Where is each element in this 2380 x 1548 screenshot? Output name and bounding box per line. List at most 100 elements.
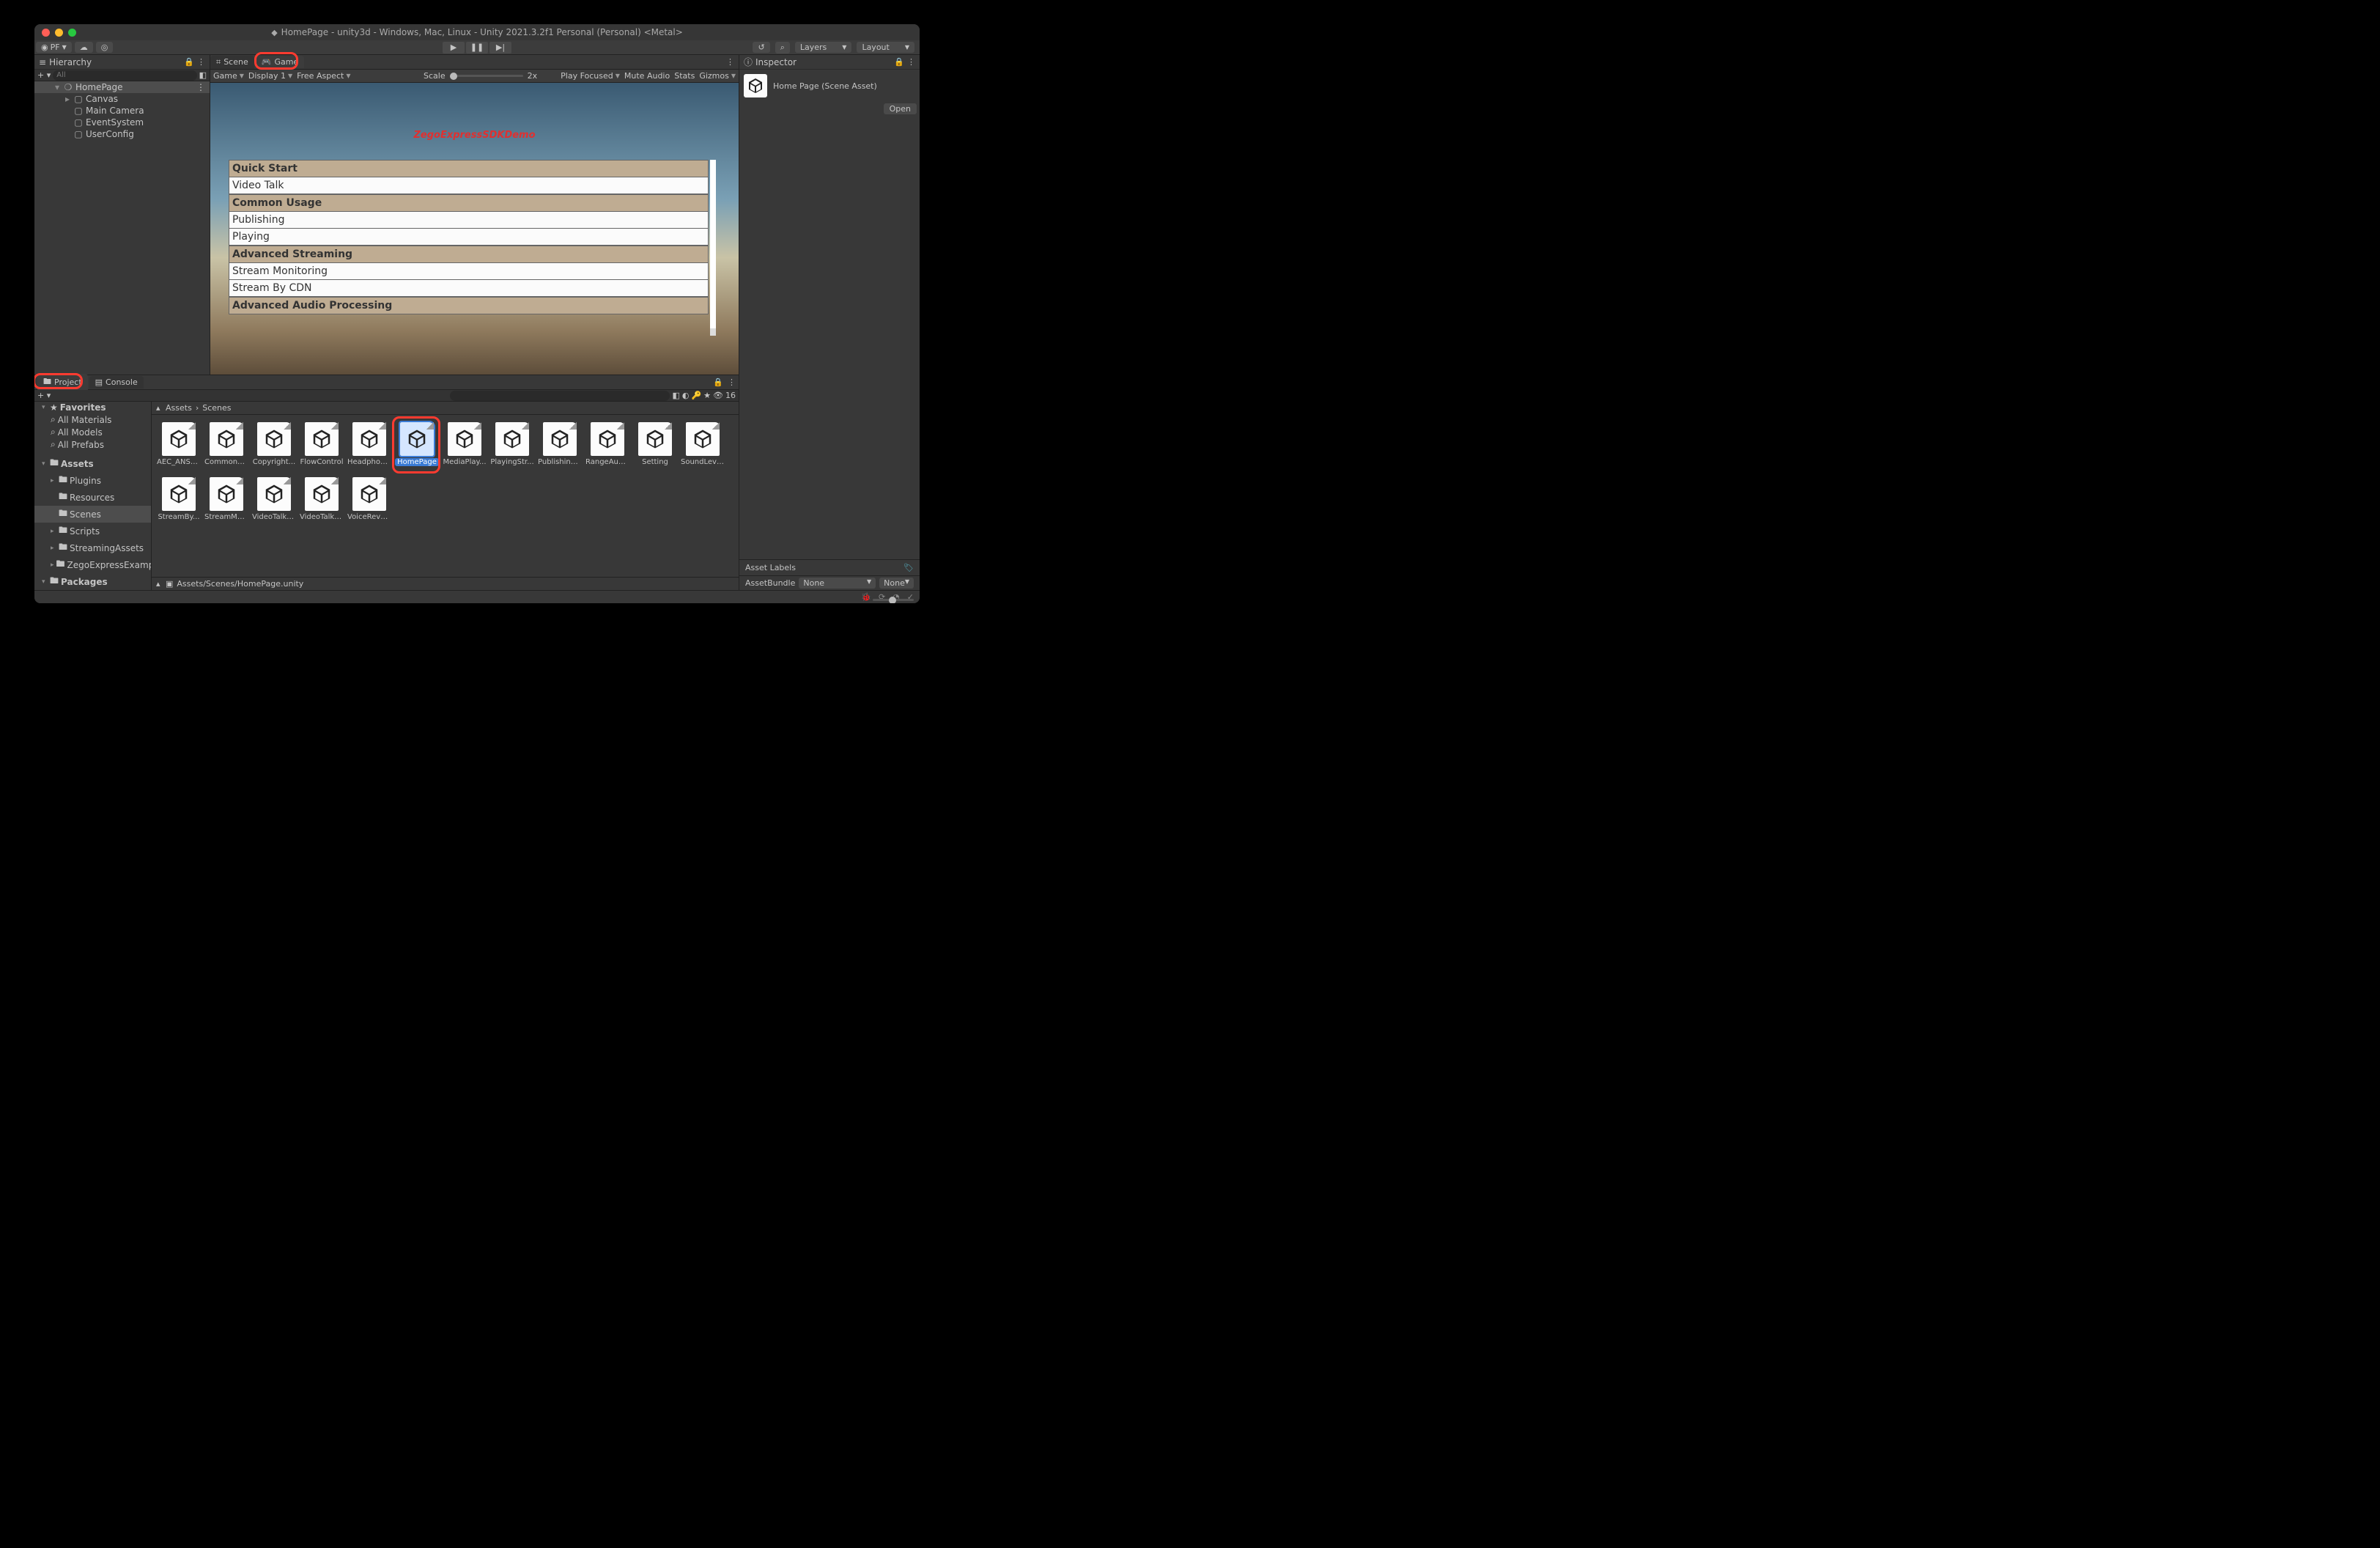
menu-item[interactable]: Playing <box>229 229 709 246</box>
cloud-button[interactable]: ☁ <box>75 42 93 53</box>
pause-button[interactable]: ❚❚ <box>466 42 488 54</box>
save-search-icon[interactable]: 🔑 <box>691 391 701 400</box>
search-icon: ⌕ <box>780 43 785 53</box>
breadcrumb-item[interactable]: Assets <box>166 403 192 413</box>
lock-icon[interactable]: 🔒 <box>713 377 723 387</box>
project-search[interactable] <box>450 391 670 401</box>
step-button[interactable]: ▶| <box>489 42 511 54</box>
scene-asset[interactable]: Copyright... <box>251 422 297 475</box>
stats-toggle[interactable]: Stats <box>674 71 695 81</box>
scene-asset[interactable]: VideoTalk_... <box>251 477 297 530</box>
menu-icon[interactable]: ⋮ <box>726 57 734 67</box>
breadcrumb-item[interactable]: Scenes <box>202 403 231 413</box>
hierarchy-item[interactable]: ▸▢Canvas <box>34 93 210 105</box>
open-button[interactable]: Open <box>884 103 917 114</box>
favorite-icon[interactable]: ★ <box>703 391 711 400</box>
mute-audio-toggle[interactable]: Mute Audio <box>624 71 670 81</box>
menu-item[interactable]: Video Talk <box>229 177 709 194</box>
scrollbar[interactable] <box>710 160 716 336</box>
play-focused-dropdown[interactable]: Play Focused▼ <box>561 71 620 81</box>
hierarchy-item[interactable]: ▢EventSystem <box>34 117 210 128</box>
favorite-item[interactable]: ⌕All Prefabs <box>34 438 151 451</box>
scene-asset[interactable]: CommonU... <box>204 422 249 475</box>
cube-icon: ▢ <box>74 95 83 103</box>
scale-slider[interactable] <box>450 75 523 77</box>
scene-filter-icon[interactable]: ◧ <box>199 70 207 80</box>
scene-asset[interactable]: VoiceReve... <box>347 477 392 530</box>
console-tab[interactable]: ▤Console <box>89 376 144 388</box>
menu-icon[interactable]: ⋮ <box>907 57 915 67</box>
scene-root[interactable]: ▾ ❍ HomePage ⋮ <box>34 81 210 93</box>
scene-asset[interactable]: Headphon... <box>347 422 392 475</box>
layout-dropdown[interactable]: Layout▼ <box>857 42 914 53</box>
selected-path: Assets/Scenes/HomePage.unity <box>177 579 303 589</box>
menu-item[interactable]: Stream Monitoring <box>229 263 709 280</box>
cube-icon: ▢ <box>74 106 83 115</box>
search-label-icon[interactable]: ◐ <box>682 391 690 400</box>
menu-item[interactable]: Publishing <box>229 212 709 229</box>
folder-item[interactable]: ▸🖿Plugins <box>34 472 151 489</box>
scene-asset[interactable]: StreamMon... <box>204 477 249 530</box>
debug-icon[interactable]: 🐞 <box>861 592 871 602</box>
assetbundle-dropdown[interactable]: None▼ <box>799 578 876 589</box>
icon-size-slider[interactable] <box>873 599 914 601</box>
search-button[interactable]: ⌕ <box>775 42 790 54</box>
packages-group[interactable]: ▾🖿Packages <box>34 573 151 590</box>
scene-asset[interactable]: SoundLeve... <box>680 422 725 475</box>
scene-tab[interactable]: ⌗Scene <box>210 56 254 69</box>
display-dropdown[interactable]: Display 1▼ <box>248 71 292 81</box>
assets-group[interactable]: ▾🖿Assets <box>34 455 151 472</box>
hidden-icon[interactable]: 👁 <box>713 391 723 400</box>
favorite-item[interactable]: ⌕All Materials <box>34 413 151 426</box>
close-window[interactable] <box>42 29 50 37</box>
lock-icon[interactable]: 🔒 <box>184 57 194 67</box>
menu-icon[interactable]: ⋮ <box>197 57 205 67</box>
create-dropdown[interactable]: + ▾ <box>37 391 51 400</box>
folder-item[interactable]: ▸🖿ZegoExpressExample <box>34 556 151 573</box>
breadcrumb: ▴ Assets › Scenes <box>152 402 739 415</box>
gizmos-dropdown[interactable]: Gizmos▼ <box>699 71 736 81</box>
scene-asset[interactable]: HomePage <box>394 422 440 475</box>
scene-asset[interactable]: RangeAudio <box>585 422 630 475</box>
hierarchy-search[interactable] <box>53 70 196 81</box>
menu-icon[interactable]: ⋮ <box>728 377 736 387</box>
scene-asset[interactable]: StreamBy... <box>156 477 202 530</box>
aspect-dropdown[interactable]: Free Aspect▼ <box>297 71 350 81</box>
scene-asset[interactable]: Setting <box>632 422 678 475</box>
game-mode-dropdown[interactable]: Game▼ <box>213 71 244 81</box>
services-button[interactable]: ◎ <box>96 42 114 53</box>
create-dropdown[interactable]: + ▾ <box>37 70 51 80</box>
account-button[interactable]: ◉ PF ▼ <box>36 42 72 53</box>
maximize-window[interactable] <box>68 29 76 37</box>
play-button[interactable]: ▶ <box>443 42 465 54</box>
highlight-annotation <box>392 416 440 473</box>
favorites-group[interactable]: ▾★Favorites <box>34 402 151 413</box>
scene-asset[interactable]: VideoTalk_... <box>299 477 344 530</box>
favorite-item[interactable]: ⌕All Models <box>34 426 151 438</box>
scene-asset[interactable]: AEC_ANS_... <box>156 422 202 475</box>
hierarchy-item[interactable]: ▢UserConfig <box>34 128 210 140</box>
layers-dropdown[interactable]: Layers▼ <box>795 42 852 53</box>
folder-item[interactable]: 🖿Resources <box>34 489 151 506</box>
label-icon[interactable]: 🏷 <box>903 563 914 572</box>
folder-item[interactable]: ▸🖿Scripts <box>34 523 151 539</box>
services-icon: ◎ <box>101 43 108 52</box>
minimize-window[interactable] <box>55 29 63 37</box>
undo-history-button[interactable]: ↺ <box>753 42 769 53</box>
scene-asset[interactable]: PlayingStr... <box>489 422 535 475</box>
scene-asset[interactable]: FlowControl <box>299 422 344 475</box>
search-type-icon[interactable]: ◧ <box>672 391 679 400</box>
menu-item[interactable]: Stream By CDN <box>229 280 709 297</box>
variant-dropdown[interactable]: None▼ <box>879 578 914 589</box>
console-icon: ▤ <box>95 377 103 387</box>
folder-item-scenes[interactable]: 🖿Scenes <box>34 506 151 523</box>
menu-icon[interactable]: ⋮ <box>196 82 205 92</box>
hierarchy-item[interactable]: ▢Main Camera <box>34 105 210 117</box>
lock-icon[interactable]: 🔒 <box>894 57 904 67</box>
scene-asset[interactable]: MediaPlay... <box>442 422 487 475</box>
asset-labels-header: Asset Labels <box>745 563 796 572</box>
folder-item[interactable]: ▸🖿StreamingAssets <box>34 539 151 556</box>
scene-asset[interactable]: PublishingS... <box>537 422 583 475</box>
folder-icon: 🖿 <box>50 574 59 589</box>
highlight-annotation <box>254 52 298 70</box>
